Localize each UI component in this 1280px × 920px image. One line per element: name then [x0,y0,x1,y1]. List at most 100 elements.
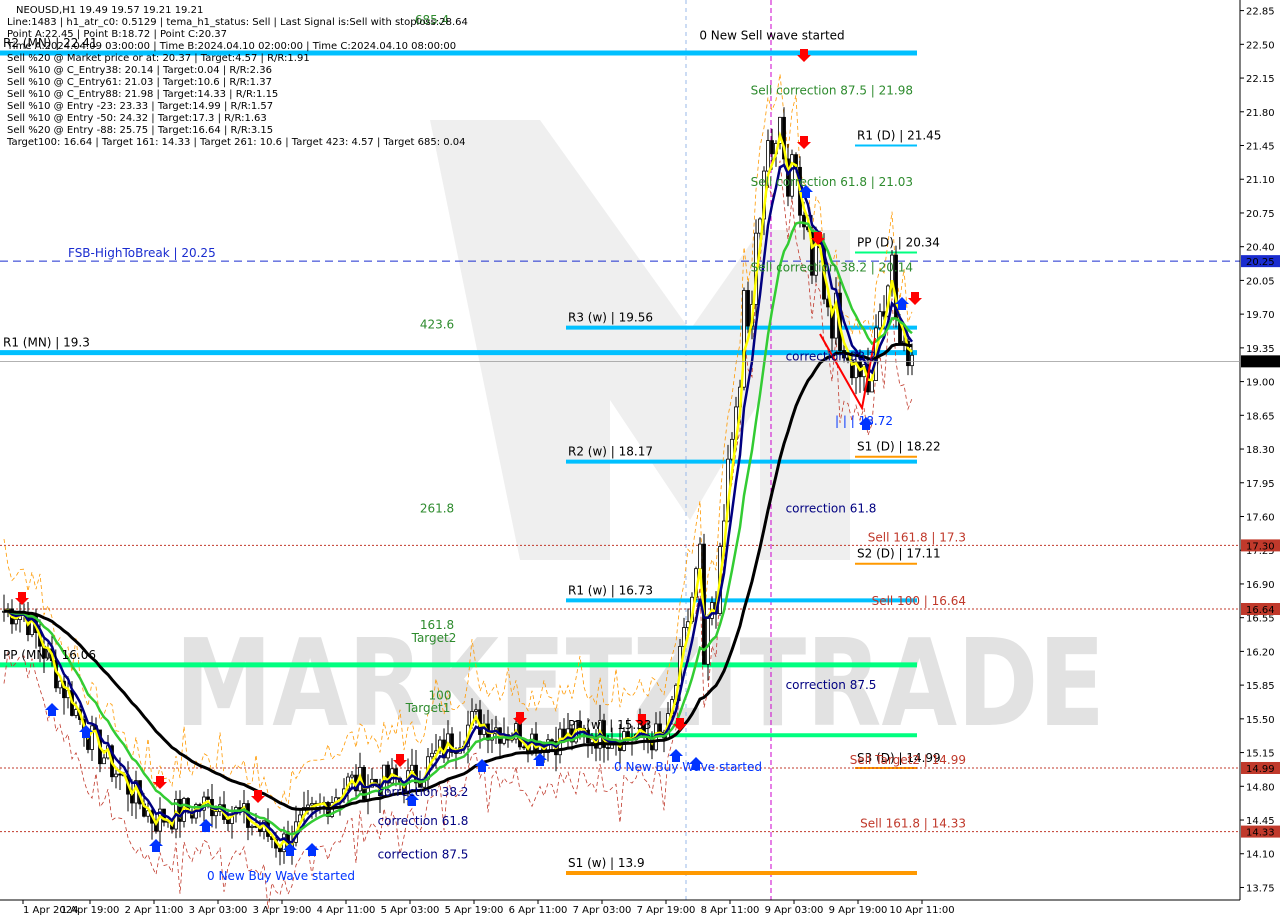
x-tick-label: 9 Apr 19:00 [829,905,888,916]
candle-body [698,543,702,570]
level-label: S2 (D) | 17.11 [857,547,941,561]
y-tick-label: 14.80 [1246,782,1275,793]
candle-body [310,803,314,806]
price-tag-label: 20.25 [1246,257,1275,268]
candle-body [766,140,770,172]
info-line: Sell %10 @ Entry -50: 24.32 | Target:17.… [7,113,267,124]
fib-label: 423.6 [420,318,454,332]
x-tick-label: 5 Apr 19:00 [445,905,504,916]
y-tick-label: 17.60 [1246,512,1275,523]
candle-body [550,739,554,742]
annotation-label: 0 New Sell wave started [699,29,844,43]
dashed-level-label: Sell 161.8 | 17.3 [868,530,966,544]
candle-body [606,747,610,749]
annotation-label: correction 38.2 [378,785,469,799]
y-tick-label: 13.75 [1246,883,1275,894]
info-line: Line:1483 | h1_atr_c0: 0.5129 | tema_h1_… [7,17,468,28]
candle-body [214,811,218,817]
candle-body [90,725,94,750]
x-tick-label: 4 Apr 11:00 [317,905,376,916]
price-tag-label: 16.64 [1246,605,1275,616]
candle-body [802,214,806,228]
annotation-label: correction 87.5 [786,678,877,692]
candle-body [522,746,526,749]
candle-body [118,773,122,776]
x-tick-label: 7 Apr 03:00 [573,905,632,916]
y-tick-label: 20.75 [1246,209,1275,220]
info-line: Target100: 16.64 | Target 161: 14.33 | T… [6,137,466,148]
y-tick-label: 17.95 [1246,479,1275,490]
dashed-level-label: Sell 100 | 16.64 [872,594,966,608]
candle-body [306,804,310,808]
dashed-level-label: Sell 161.8 | 14.33 [860,817,966,831]
candle-body [206,796,210,800]
candle-body [870,380,874,393]
fib-label: Target2 [411,631,457,645]
x-tick-label: 3 Apr 03:00 [189,905,248,916]
y-tick-label: 22.85 [1246,7,1275,18]
y-tick-label: 20.40 [1246,243,1275,254]
y-tick-label: 16.20 [1246,647,1275,658]
annotation-label: Sell correction 87.5 | 21.98 [751,83,913,97]
x-tick-label: 2 Apr 11:00 [125,905,184,916]
price-chart[interactable]: MARKETZITRADE R2 (MN) | 22.41R1 (MN) | 1… [0,0,1280,920]
level-label: R1 (D) | 21.45 [857,129,941,143]
candle-body [902,340,906,344]
level-label: PP (MN) | 16.06 [3,648,96,662]
y-tick-label: 16.90 [1246,580,1275,591]
x-tick-label: 6 Apr 11:00 [509,905,568,916]
x-tick-label: 1 Apr 19:00 [61,905,120,916]
candle-body [626,731,630,738]
y-tick-label: 22.50 [1246,40,1275,51]
level-label: R2 (w) | 18.17 [568,445,653,459]
y-tick-label: 19.70 [1246,310,1275,321]
annotation-label: correction 61.8 [378,814,469,828]
x-tick-label: 8 Apr 11:00 [701,905,760,916]
candle-body [706,617,710,665]
x-tick-label: 7 Apr 19:00 [637,905,696,916]
x-tick-label: 10 Apr 11:00 [889,905,954,916]
candle-body [658,723,662,733]
candle-body [878,311,882,329]
level-label: S1 (D) | 18.22 [857,440,941,454]
level-label: PP (D) | 20.34 [857,235,940,249]
annotation-label: correction 87.5 [378,848,469,862]
y-tick-label: 18.65 [1246,411,1275,422]
candle-body [770,140,774,155]
y-tick-label: 15.50 [1246,715,1275,726]
level-label: R1 (MN) | 19.3 [3,336,90,350]
candle-body [74,709,78,716]
y-tick-label: 21.10 [1246,175,1275,186]
candle-body [430,752,434,758]
info-line: Sell %10 @ C_Entry61: 21.03 | Target:10.… [7,77,272,88]
annotation-label: Sell correction 38.2 | 20.14 [751,261,913,275]
level-label: R3 (w) | 19.56 [568,311,653,325]
fib-label: Target1 [405,701,451,715]
candle-body [910,354,914,367]
candle-body [474,709,478,712]
annotation-label: 0 New Buy Wave started [207,869,355,883]
candle-body [14,619,18,625]
price-tag-label: 14.99 [1246,764,1275,775]
y-tick-label: 14.45 [1246,816,1275,827]
candle-body [278,847,282,853]
level-label: S1 (w) | 13.9 [568,856,645,870]
x-tick-label: 3 Apr 19:00 [253,905,312,916]
price-tag-label: 14.33 [1246,828,1275,839]
dashed-level-label: Sell Target2 | 14.99 [850,753,966,767]
level-label: PP (w) | 15.33 [568,718,652,732]
info-line: Time A:2024.04.09 03:00:00 | Time B:2024… [6,41,456,52]
y-tick-label: 14.10 [1246,850,1275,861]
y-tick-label: 15.85 [1246,681,1275,692]
candle-body [102,757,106,765]
annotation-label: | | | 18.72 [835,414,893,428]
x-tick-label: 5 Apr 03:00 [381,905,440,916]
candle-body [226,819,230,824]
annotation-label: 0 New Buy Wave started [614,760,762,774]
level-label: R1 (w) | 16.73 [568,583,653,597]
annotation-label: correction 61.8 [786,502,877,516]
y-tick-label: 22.15 [1246,74,1275,85]
info-line: NEOUSD,H1 19.49 19.57 19.21 19.21 [16,5,203,16]
y-tick-label: 15.15 [1246,749,1275,760]
y-tick-label: 18.30 [1246,445,1275,456]
